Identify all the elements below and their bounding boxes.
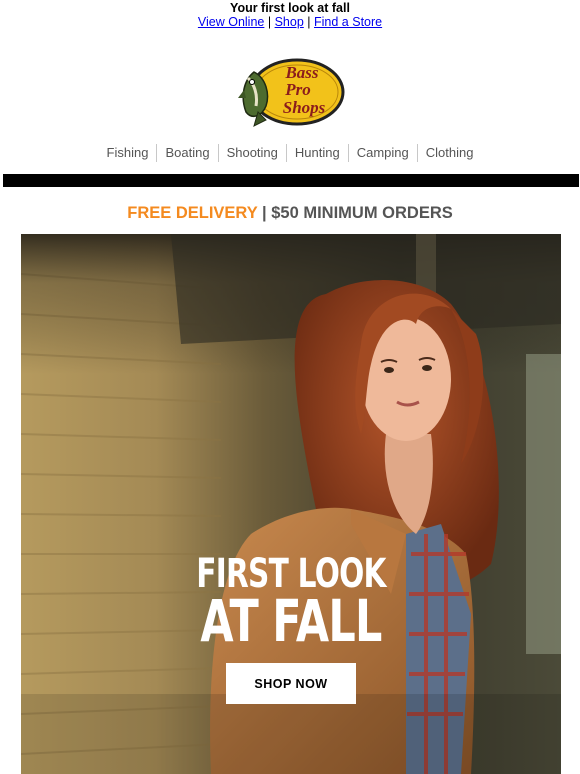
shop-now-button[interactable]: SHOP NOW — [226, 663, 356, 704]
preheader-title: Your first look at fall — [230, 1, 350, 15]
logo-graphic: Bass Pro Shops — [238, 58, 345, 127]
divider-bar — [3, 174, 579, 187]
nav-item-camping[interactable]: Camping — [347, 144, 417, 162]
bass-fish-icon — [238, 71, 269, 127]
link-separator: | — [267, 15, 272, 29]
preheader-links: View Online | Shop | Find a Store — [0, 15, 580, 30]
nav-item-fishing[interactable]: Fishing — [99, 144, 157, 162]
bass-pro-shops-logo[interactable]: Bass Pro Shops — [236, 54, 346, 130]
svg-text:Shops: Shops — [283, 98, 326, 117]
hero-headline-line2: AT FALL — [200, 587, 382, 655]
free-delivery-banner[interactable]: FREE DELIVERY | $50 MINIMUM ORDERS — [0, 204, 580, 223]
promo-rest-text: | $50 MINIMUM ORDERS — [257, 204, 453, 222]
nav-item-shooting[interactable]: Shooting — [217, 144, 286, 162]
hero-banner[interactable]: FIRST LOOK AT FALL SHOP NOW — [21, 234, 561, 774]
link-separator: | — [307, 15, 311, 29]
category-nav: Fishing Boating Shooting Hunting Camping… — [0, 144, 580, 162]
svg-text:Pro: Pro — [284, 80, 311, 99]
shop-link[interactable]: Shop — [275, 15, 304, 29]
preheader: Your first look at fall View Online | Sh… — [0, 0, 580, 30]
nav-item-hunting[interactable]: Hunting — [285, 144, 348, 162]
nav-item-clothing[interactable]: Clothing — [416, 144, 482, 162]
find-a-store-link[interactable]: Find a Store — [314, 15, 382, 29]
nav-item-boating[interactable]: Boating — [156, 144, 217, 162]
view-online-link[interactable]: View Online — [198, 15, 264, 29]
promo-accent-text: FREE DELIVERY — [127, 204, 258, 222]
